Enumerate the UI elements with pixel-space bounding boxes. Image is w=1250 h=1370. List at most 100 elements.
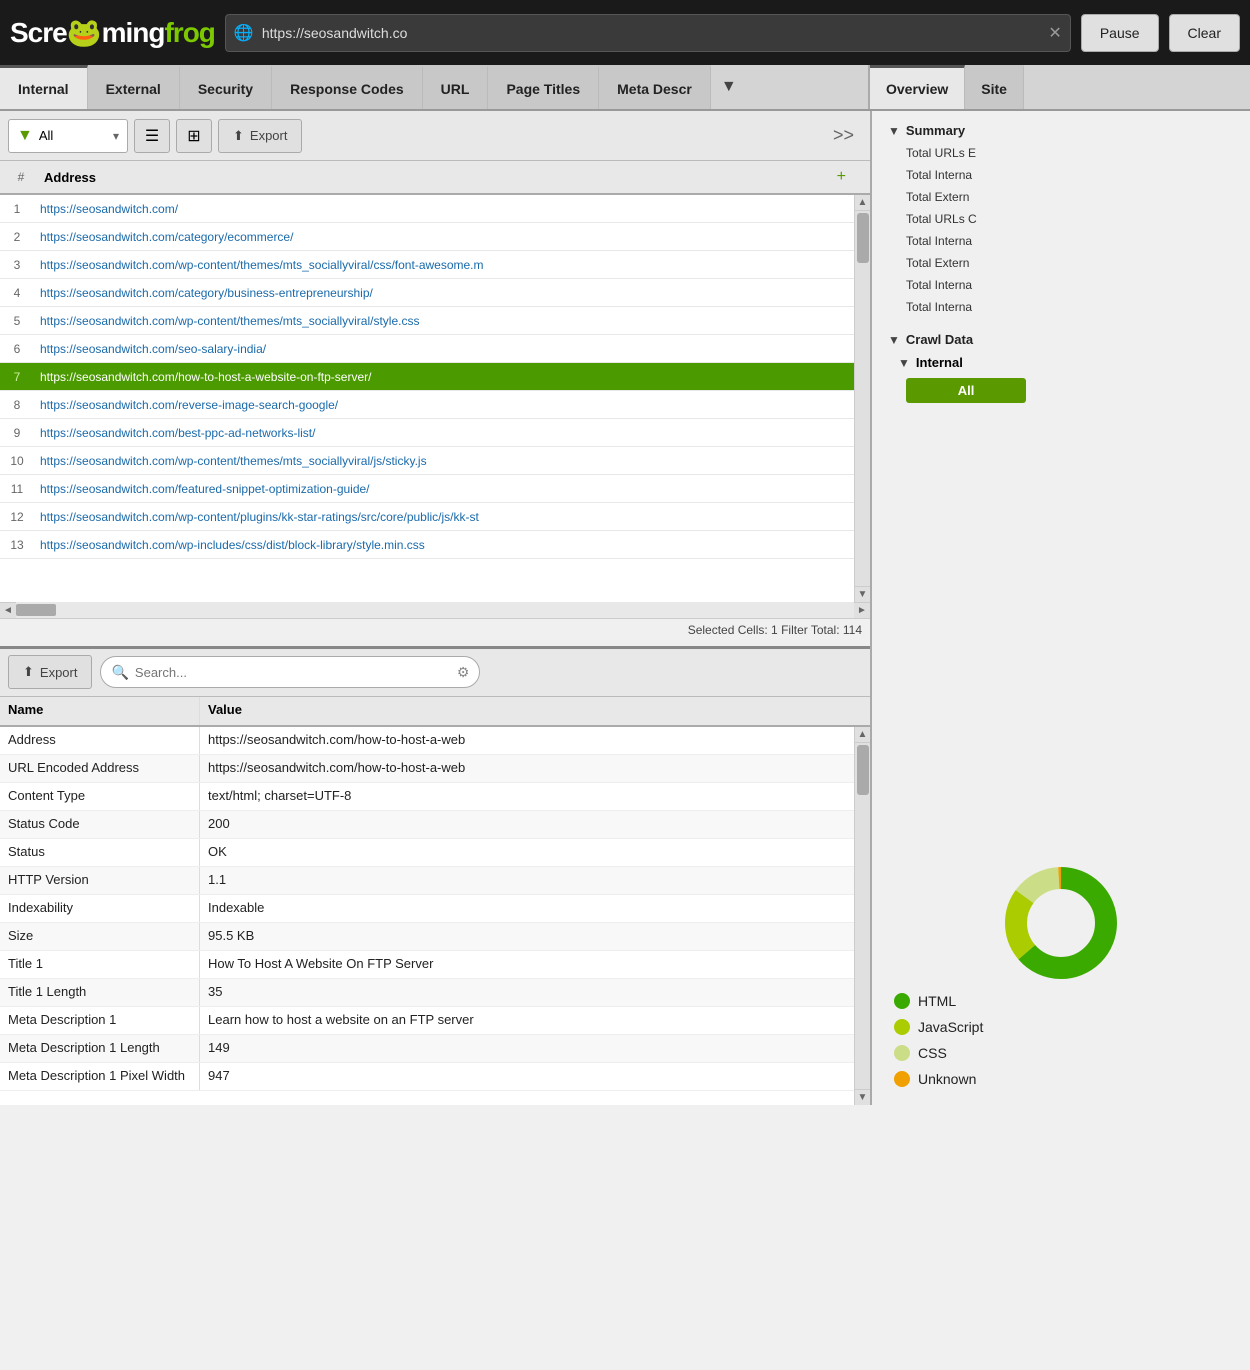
search-input[interactable] — [135, 665, 451, 680]
toolbar: ▼ All ▾ ☰ ⊞ ⬆ Export >> — [0, 111, 870, 161]
table-row[interactable]: 4 https://seosandwitch.com/category/busi… — [0, 279, 854, 307]
export-button[interactable]: ⬆ Export — [218, 119, 302, 153]
scroll-up-button[interactable]: ▲ — [855, 195, 870, 211]
tab-page-titles[interactable]: Page Titles — [488, 65, 599, 109]
right-panel-content: ▼ Summary Total URLs E Total Interna Tot… — [872, 111, 1250, 1105]
tab-external[interactable]: External — [88, 65, 180, 109]
legend-unknown: Unknown — [894, 1071, 1228, 1087]
search-icon: 🔍 — [111, 664, 128, 681]
app-header: Scre 🐸 ming frog 🌐 https://seosandwitch.… — [0, 0, 1250, 65]
tab-internal[interactable]: Internal — [0, 65, 88, 109]
left-section: ▼ All ▾ ☰ ⊞ ⬆ Export >> # Address + — [0, 111, 870, 1105]
status-bar: Selected Cells: 1 Filter Total: 114 — [0, 618, 870, 646]
tab-response-codes[interactable]: Response Codes — [272, 65, 423, 109]
url-table-area: # Address + 1 https://seosandwitch.com/ … — [0, 161, 870, 618]
tab-security[interactable]: Security — [180, 65, 272, 109]
url-bar[interactable]: 🌐 https://seosandwitch.co ✕ — [225, 14, 1071, 52]
hscroll-thumb[interactable] — [16, 604, 56, 616]
filter-dropdown[interactable]: ▼ All ▾ — [8, 119, 128, 153]
details-row: Indexability Indexable — [0, 895, 854, 923]
hscroll-left-button[interactable]: ◄ — [0, 602, 16, 618]
scroll-down-button[interactable]: ▼ — [855, 586, 870, 602]
donut-chart — [1001, 863, 1121, 983]
summary-section-header[interactable]: ▼ Summary — [878, 119, 1244, 142]
legend-css: CSS — [894, 1045, 1228, 1061]
table-row[interactable]: 6 https://seosandwitch.com/seo-salary-in… — [0, 335, 854, 363]
tab-url[interactable]: URL — [423, 65, 489, 109]
details-row: Title 1 Length 35 — [0, 979, 854, 1007]
details-row: URL Encoded Address https://seosandwitch… — [0, 755, 854, 783]
hscroll-right-button[interactable]: ► — [854, 602, 870, 618]
table-row[interactable]: 13 https://seosandwitch.com/wp-includes/… — [0, 531, 854, 559]
table-row[interactable]: 9 https://seosandwitch.com/best-ppc-ad-n… — [0, 419, 854, 447]
crawl-internal-arrow: ▼ — [898, 356, 910, 370]
table-row[interactable]: 8 https://seosandwitch.com/reverse-image… — [0, 391, 854, 419]
all-filter-button[interactable]: All — [906, 378, 1026, 403]
table-row[interactable]: 11 https://seosandwitch.com/featured-sni… — [0, 475, 854, 503]
details-scroll-down[interactable]: ▼ — [855, 1089, 870, 1105]
url-clear-icon[interactable]: ✕ — [1048, 23, 1061, 43]
table-scroll-container: 1 https://seosandwitch.com/ 2 https://se… — [0, 195, 870, 602]
legend-html: HTML — [894, 993, 1228, 1009]
details-vertical-scrollbar[interactable]: ▲ ▼ — [854, 727, 870, 1106]
details-scroll-spacer — [854, 697, 870, 725]
unknown-label: Unknown — [918, 1071, 976, 1087]
tab-more-button[interactable]: ▼ — [711, 65, 747, 109]
table-row[interactable]: 1 https://seosandwitch.com/ — [0, 195, 854, 223]
hierarchy-view-button[interactable]: ⊞ — [176, 119, 212, 153]
list-icon: ☰ — [145, 126, 159, 146]
add-column-button[interactable]: + — [837, 168, 846, 186]
details-scroll-up[interactable]: ▲ — [855, 727, 870, 743]
details-export-button[interactable]: ⬆ Export — [8, 655, 92, 689]
list-view-button[interactable]: ☰ — [134, 119, 170, 153]
html-label: HTML — [918, 993, 956, 1009]
clear-button[interactable]: Clear — [1169, 14, 1240, 52]
right-tab-bar: Overview Site — [870, 65, 1250, 109]
details-row: Meta Description 1 Length 149 — [0, 1035, 854, 1063]
hierarchy-icon: ⊞ — [187, 126, 200, 146]
details-row: Address https://seosandwitch.com/how-to-… — [0, 727, 854, 755]
name-column-header: Name — [0, 697, 200, 725]
right-tab-overview[interactable]: Overview — [870, 65, 965, 109]
summary-section: ▼ Summary Total URLs E Total Interna Tot… — [878, 119, 1244, 318]
toolbar-more-button[interactable]: >> — [825, 121, 862, 150]
details-search-box[interactable]: 🔍 ⚙ — [100, 656, 480, 688]
search-filter-icon[interactable]: ⚙ — [457, 664, 470, 681]
javascript-label: JavaScript — [918, 1019, 983, 1035]
details-row: Status Code 200 — [0, 811, 854, 839]
export-up-icon: ⬆ — [233, 128, 244, 144]
table-row-selected[interactable]: 7 https://seosandwitch.com/how-to-host-a… — [0, 363, 854, 391]
details-row: Status OK — [0, 839, 854, 867]
tab-meta-descr[interactable]: Meta Descr — [599, 65, 711, 109]
hscroll-track[interactable] — [16, 602, 854, 618]
logo-text-green: frog — [164, 17, 214, 49]
summary-item-5: Total Interna — [878, 230, 1244, 252]
main-tab-bar: Internal External Security Response Code… — [0, 65, 870, 109]
right-tab-site[interactable]: Site — [965, 65, 1024, 109]
table-row[interactable]: 10 https://seosandwitch.com/wp-content/t… — [0, 447, 854, 475]
globe-icon: 🌐 — [234, 23, 254, 43]
scroll-thumb[interactable] — [857, 213, 869, 263]
table-row[interactable]: 5 https://seosandwitch.com/wp-content/th… — [0, 307, 854, 335]
value-column-header: Value — [200, 697, 854, 725]
pause-button[interactable]: Pause — [1081, 14, 1159, 52]
status-text: Selected Cells: 1 Filter Total: 114 — [688, 623, 862, 637]
details-row: Title 1 How To Host A Website On FTP Ser… — [0, 951, 854, 979]
javascript-dot — [894, 1019, 910, 1035]
url-text: https://seosandwitch.co — [262, 25, 1041, 41]
summary-item-6: Total Extern — [878, 252, 1244, 274]
details-table: Address https://seosandwitch.com/how-to-… — [0, 727, 854, 1106]
css-dot — [894, 1045, 910, 1061]
summary-item-7: Total Interna — [878, 274, 1244, 296]
table-row[interactable]: 2 https://seosandwitch.com/category/ecom… — [0, 223, 854, 251]
table-header: # Address + — [0, 161, 870, 195]
right-section: ▼ Summary Total URLs E Total Interna Tot… — [870, 111, 1250, 1105]
table-vertical-scrollbar[interactable]: ▲ ▼ — [854, 195, 870, 602]
address-column-header: Address — [38, 170, 837, 185]
table-row[interactable]: 3 https://seosandwitch.com/wp-content/th… — [0, 251, 854, 279]
horizontal-scrollbar[interactable]: ◄ ► — [0, 602, 870, 618]
details-scroll-thumb[interactable] — [857, 745, 869, 795]
table-row[interactable]: 12 https://seosandwitch.com/wp-content/p… — [0, 503, 854, 531]
table-body[interactable]: 1 https://seosandwitch.com/ 2 https://se… — [0, 195, 854, 602]
crawl-data-header[interactable]: ▼ Crawl Data — [878, 328, 1244, 351]
